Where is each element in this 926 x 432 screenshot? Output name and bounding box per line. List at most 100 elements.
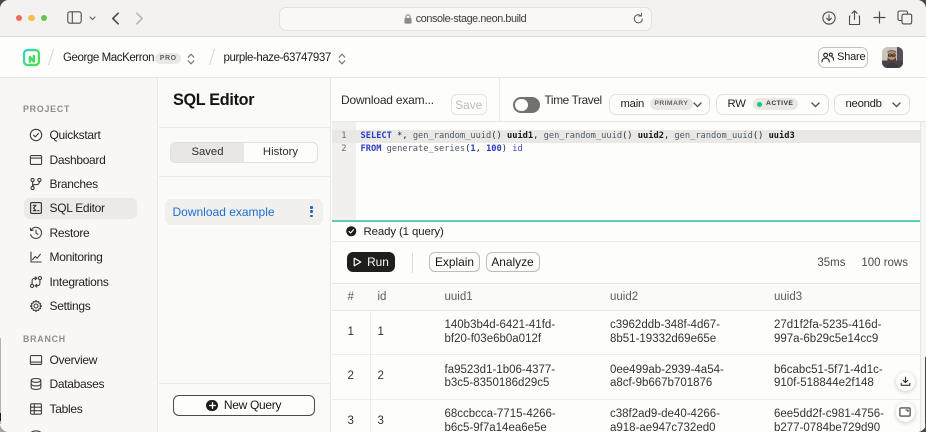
query-title: Download exam... [341, 78, 434, 122]
address-url: console-stage.neon.build [416, 13, 526, 25]
new-query-label: New Query [224, 398, 281, 412]
panel-divider-2 [159, 176, 330, 177]
org-plan-badge: PRO [155, 53, 181, 65]
sidebar-item-databases[interactable]: Databases [24, 374, 137, 395]
org-switcher-icon[interactable] [187, 52, 195, 70]
tab-overview-icon[interactable] [897, 10, 913, 25]
panel-footer-divider [159, 383, 330, 384]
window-edge-left [0, 338, 1, 424]
results-toolbar: Run Explain Analyze 35ms 100 rows [332, 243, 926, 285]
sidebar-item-sql-editor[interactable]: SQL Editor [24, 198, 137, 219]
sidebar-section-project: PROJECT [23, 104, 70, 114]
sidebar-item-dashboard[interactable]: Dashboard [24, 149, 137, 170]
breadcrumb-project[interactable]: purple-haze-63747937 [224, 38, 331, 78]
sidebar-item-integrations[interactable]: Integrations [24, 271, 137, 292]
line-number-1: 1 [332, 130, 347, 143]
status-row: Ready (1 query) [332, 222, 926, 242]
org-name: George MacKerron [63, 52, 154, 64]
ready-check-icon [346, 226, 357, 237]
neon-logo[interactable] [22, 48, 41, 67]
reload-icon[interactable] [633, 12, 644, 30]
analyze-button[interactable]: Analyze [486, 252, 540, 273]
time-travel-toggle[interactable] [513, 97, 540, 114]
share-icon[interactable] [848, 10, 861, 26]
breadcrumb-slash-2 [205, 48, 219, 66]
compute-select[interactable]: RW ACTIVE [716, 94, 829, 115]
toolbar-chevron-down-icon[interactable] [89, 16, 96, 21]
breadcrumb-org[interactable]: George MacKerron [63, 38, 154, 78]
panel-title: SQL Editor [173, 91, 254, 110]
dashboard-icon [29, 153, 43, 167]
window-zoom-button[interactable] [41, 15, 48, 22]
branch-value: main [621, 98, 645, 110]
sidebar-item-overview[interactable]: Overview [24, 350, 137, 371]
sidebar-item-branches[interactable]: Branches [24, 174, 137, 195]
sidebar-item-restore[interactable]: Restore [24, 222, 137, 243]
browser-toolbar: console-stage.neon.build [0, 0, 926, 37]
query-toolbar: Download exam... Save Time Travel main P… [332, 78, 926, 122]
main-area: Download exam... Save Time Travel main P… [332, 78, 926, 432]
query-list-item[interactable]: Download example [165, 199, 323, 225]
new-query-button[interactable]: New Query [173, 395, 315, 417]
sidebar-item-settings[interactable]: Settings [24, 296, 137, 317]
lock-icon [404, 14, 412, 24]
time-travel-label: Time Travel [545, 78, 602, 122]
kebab-menu-icon[interactable] [310, 206, 313, 217]
table-row[interactable]: 2 2 fa9523d1-1b06-4377-b3c5-8350186d29c5… [332, 355, 926, 400]
tab-saved[interactable]: Saved [171, 143, 244, 162]
branch-chevron-down-icon [693, 95, 702, 113]
plus-circle-icon [206, 400, 218, 412]
col-header-uuid1: uuid1 [445, 291, 473, 303]
window-close-button[interactable] [16, 15, 23, 22]
query-item-label: Download example [173, 205, 311, 219]
git-branch-icon [29, 177, 43, 191]
expand-icon [899, 407, 911, 417]
sidebar-toggle-icon[interactable] [67, 11, 82, 24]
database-select[interactable]: neondb [834, 94, 910, 115]
code-line-1: 1 SELECT *, gen_random_uuid() uuid1, gen… [332, 130, 926, 143]
share-button[interactable]: Share [818, 47, 868, 68]
people-icon [821, 52, 834, 63]
sidebar-item-quickstart[interactable]: Quickstart [24, 125, 137, 146]
browser-window: console-stage.neon.build [0, 0, 926, 432]
results-table: # id uuid1 uuid2 uuid3 1 1 140b3b4d-6421… [332, 284, 926, 432]
table-grid-icon [29, 402, 43, 416]
col-header-id: id [378, 291, 387, 303]
save-button[interactable]: Save [451, 94, 488, 115]
forward-button-icon[interactable] [135, 12, 144, 25]
back-button-icon[interactable] [111, 12, 120, 25]
downloads-icon[interactable] [822, 11, 836, 25]
play-icon [353, 257, 362, 267]
branch-primary-badge: PRIMARY [650, 98, 693, 109]
sidebar-item-tables[interactable]: Tables [24, 399, 137, 420]
expand-results-button[interactable] [896, 402, 916, 422]
user-avatar[interactable] [882, 47, 903, 68]
sidebar: PROJECT Quickstart Dashboard Branches SQ… [0, 78, 158, 432]
toolbar-divider [499, 78, 500, 121]
run-button[interactable]: Run [347, 252, 395, 273]
window-minimize-button[interactable] [28, 15, 35, 22]
table-row[interactable]: 1 1 140b3b4d-6421-41fd-bf20-f03e6b0a012f… [332, 311, 926, 356]
sidebar-item-next-partial[interactable] [24, 424, 137, 432]
explain-button[interactable]: Explain [429, 252, 480, 273]
compute-chevron-down-icon [811, 95, 820, 113]
partial-icon [29, 428, 43, 432]
gear-icon [29, 299, 43, 313]
address-bar[interactable]: console-stage.neon.build [279, 7, 652, 31]
col-header-uuid3: uuid3 [774, 291, 802, 303]
app-header: George MacKerron PRO purple-haze-6374793… [0, 38, 926, 78]
sidebar-section-branch: BRANCH [23, 334, 66, 344]
new-tab-plus-icon[interactable] [873, 11, 886, 24]
check-circle-icon [29, 128, 43, 142]
download-results-button[interactable] [896, 372, 916, 392]
compute-active-badge: ACTIVE [753, 98, 798, 109]
window-icon [29, 353, 43, 367]
compute-value: RW [728, 98, 746, 110]
sql-editor[interactable]: 1 SELECT *, gen_random_uuid() uuid1, gen… [332, 122, 926, 222]
sidebar-item-monitoring[interactable]: Monitoring [24, 247, 137, 268]
database-value: neondb [846, 98, 882, 110]
project-switcher-icon[interactable] [338, 52, 346, 70]
branch-select[interactable]: main PRIMARY [609, 94, 710, 115]
table-row[interactable]: 3 3 68ccbcca-7715-4266-b6c5-9f7a14ea6e5e… [332, 400, 926, 432]
tab-history[interactable]: History [244, 143, 317, 162]
